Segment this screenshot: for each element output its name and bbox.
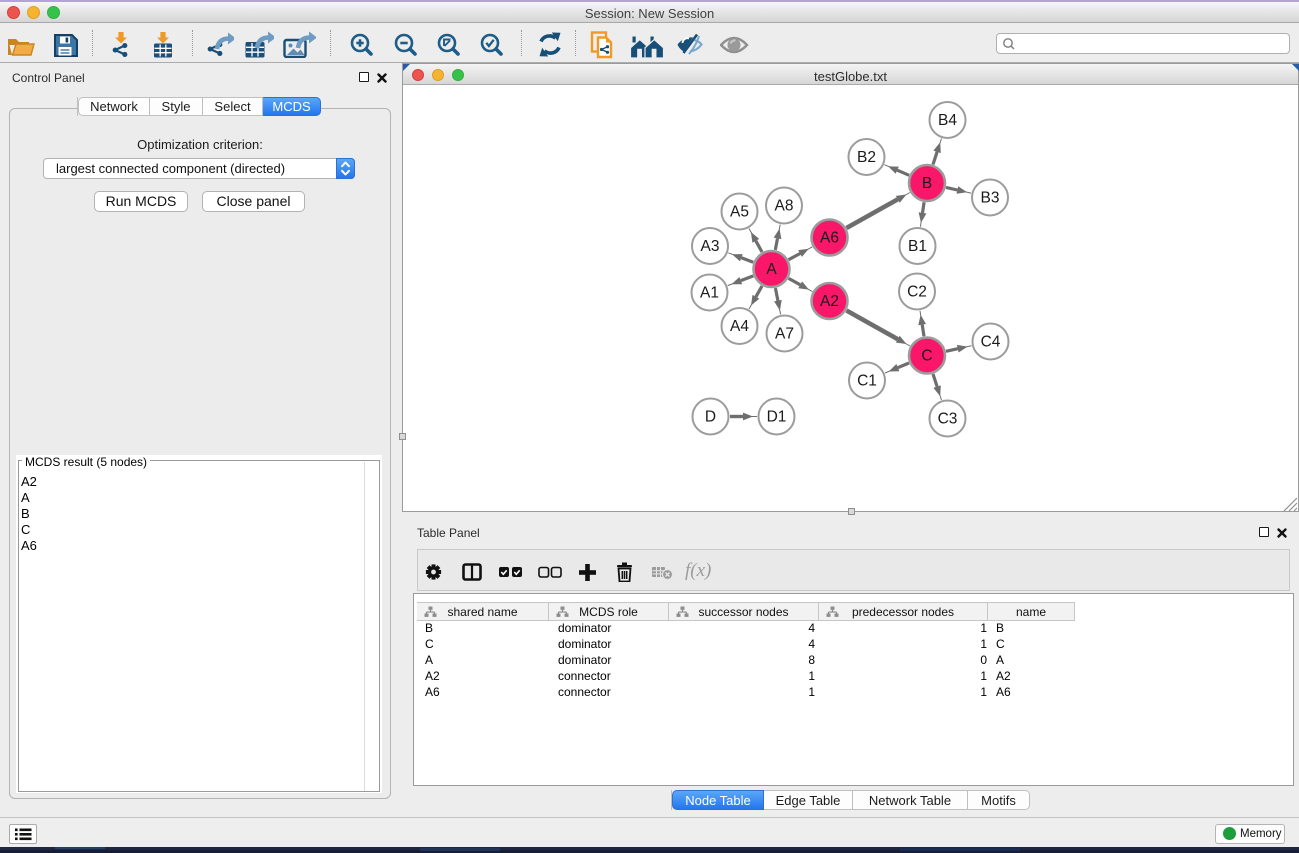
svg-text:B3: B3 bbox=[981, 190, 1000, 207]
svg-text:A4: A4 bbox=[730, 318, 749, 335]
svg-text:B: B bbox=[922, 175, 932, 192]
svg-text:C1: C1 bbox=[857, 373, 877, 390]
svg-text:A8: A8 bbox=[775, 198, 794, 215]
svg-text:A3: A3 bbox=[701, 238, 720, 255]
svg-text:A5: A5 bbox=[730, 204, 749, 221]
svg-text:A1: A1 bbox=[700, 285, 719, 302]
svg-text:B2: B2 bbox=[857, 149, 876, 166]
svg-text:C2: C2 bbox=[907, 284, 927, 301]
svg-text:D: D bbox=[705, 409, 716, 426]
svg-text:C3: C3 bbox=[938, 411, 958, 428]
svg-text:C: C bbox=[921, 348, 932, 365]
svg-text:B4: B4 bbox=[938, 112, 957, 129]
svg-text:A6: A6 bbox=[820, 230, 839, 247]
svg-text:D1: D1 bbox=[767, 409, 787, 426]
svg-text:A7: A7 bbox=[775, 326, 794, 343]
svg-text:C4: C4 bbox=[981, 334, 1001, 351]
svg-text:B1: B1 bbox=[908, 238, 927, 255]
svg-text:A: A bbox=[766, 261, 777, 278]
svg-text:A2: A2 bbox=[820, 293, 839, 310]
